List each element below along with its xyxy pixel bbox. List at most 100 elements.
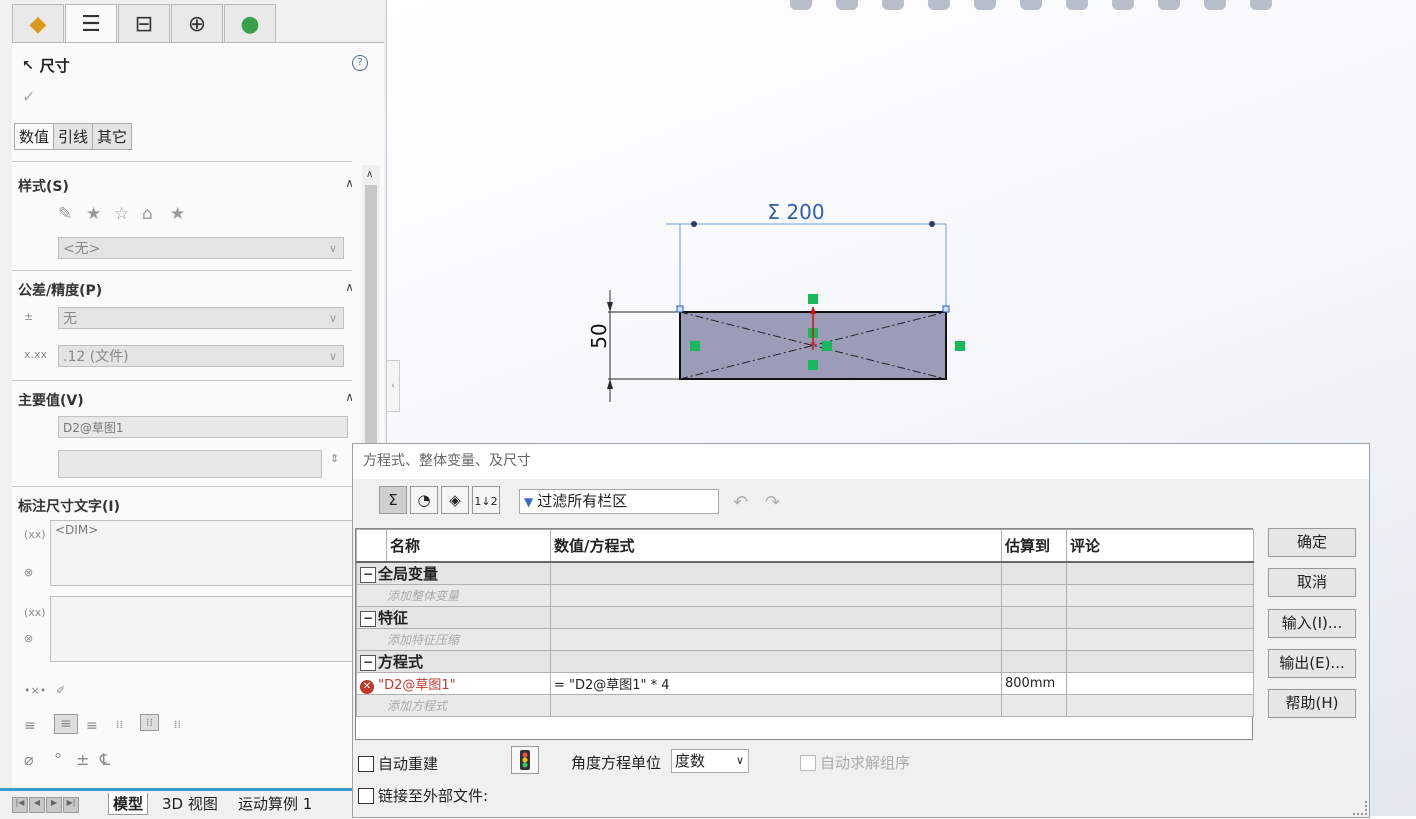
- prev-tab-icon[interactable]: ◀: [29, 797, 45, 813]
- sketch-equation-view-button[interactable]: ◔: [410, 486, 438, 514]
- leader-icon[interactable]: ✐: [56, 684, 65, 697]
- section-view-icon[interactable]: [928, 0, 950, 10]
- collapse-icon[interactable]: −: [360, 566, 376, 583]
- add-style-icon[interactable]: ★: [86, 204, 101, 224]
- tab-3d-view[interactable]: 3D 视图: [162, 793, 218, 814]
- ok-check-icon[interactable]: ✓: [22, 87, 35, 106]
- collapse-style-icon[interactable]: ∧: [345, 176, 352, 190]
- equation-name[interactable]: "D2@草图1": [378, 678, 456, 693]
- placeholder-text[interactable]: 添加特征压缩: [356, 628, 551, 651]
- configuration-manager-tab[interactable]: ⊟: [118, 4, 170, 44]
- next-tab-icon[interactable]: ▶: [46, 797, 62, 813]
- auto-solve-checkbox[interactable]: 自动求解组序: [800, 752, 910, 773]
- rebuild-status-button[interactable]: [511, 746, 539, 774]
- ordered-view-button[interactable]: 1↓2: [472, 486, 500, 514]
- tolerance-section-header[interactable]: 公差/精度(P): [18, 280, 102, 300]
- plus-minus-icon[interactable]: ±: [76, 750, 89, 769]
- value-spin-icon[interactable]: ⇕: [330, 452, 339, 465]
- group-row-equations[interactable]: − 方程式: [356, 650, 1254, 673]
- col-name[interactable]: 名称: [386, 529, 551, 563]
- justify-icon[interactable]: ⁞⁞: [116, 718, 123, 731]
- undo-icon[interactable]: ↶: [733, 492, 748, 513]
- scroll-up-icon[interactable]: ∧: [366, 169, 373, 180]
- resize-grip[interactable]: [1353, 801, 1367, 815]
- dimension-value-field[interactable]: [58, 450, 322, 478]
- dimension-view-button[interactable]: ◈: [441, 486, 469, 514]
- tab-nav-buttons[interactable]: |◀ ◀ ▶ ▶|: [12, 797, 79, 813]
- horizontal-dimension[interactable]: Σ 200: [767, 200, 824, 224]
- zoom-area-icon[interactable]: [836, 0, 858, 10]
- collapse-icon[interactable]: −: [360, 610, 376, 627]
- edit-appearance-icon[interactable]: [1158, 0, 1180, 10]
- equation-row[interactable]: ✕ "D2@草图1" = "D2@草图1" * 4 800mm: [356, 672, 1254, 695]
- placeholder-text[interactable]: 添加方程式: [356, 694, 551, 717]
- filter-field[interactable]: ▼ 过滤所有栏区: [519, 489, 719, 514]
- tab-leaders[interactable]: 引线: [53, 123, 94, 150]
- link-external-checkbox[interactable]: 链接至外部文件:: [358, 785, 488, 806]
- display-manager-tab[interactable]: ●: [224, 4, 276, 44]
- primary-value-section-header[interactable]: 主要值(V): [18, 390, 84, 410]
- add-equation-row[interactable]: 添加方程式: [356, 694, 1254, 717]
- diameter-icon[interactable]: ⌀: [24, 750, 34, 769]
- tolerance-combo[interactable]: 无 ∨: [58, 307, 344, 329]
- equation-value[interactable]: = "D2@草图1" * 4: [550, 672, 1002, 695]
- group-row-global[interactable]: − 全局变量: [356, 561, 1254, 585]
- view-orientation-icon[interactable]: [1020, 0, 1042, 10]
- load-style-icon[interactable]: ★: [170, 204, 185, 224]
- centerline-icon[interactable]: ℄: [100, 750, 110, 769]
- hide-show-items-icon[interactable]: [1112, 0, 1134, 10]
- apply-scene-icon[interactable]: [1204, 0, 1226, 10]
- offset-text-icon[interactable]: ⊗: [24, 632, 33, 645]
- previous-view-icon[interactable]: [882, 0, 904, 10]
- angle-unit-select[interactable]: 度数 ∨: [671, 749, 749, 773]
- align-right-icon[interactable]: ≡: [86, 718, 98, 734]
- dimxpert-manager-tab[interactable]: ⊕: [171, 4, 223, 44]
- bottom-justify-icon[interactable]: ⁞⁞: [174, 718, 181, 731]
- center-justify-icon[interactable]: ⁞⁞: [140, 714, 159, 731]
- tab-motion-study[interactable]: 运动算例 1: [238, 793, 312, 814]
- style-section-header[interactable]: 样式(S): [18, 176, 69, 196]
- dim-text-box-2[interactable]: [50, 596, 352, 662]
- style-combo[interactable]: <无> ∨: [58, 237, 344, 259]
- precision-combo[interactable]: .12 (文件) ∨: [58, 345, 344, 367]
- display-style-icon[interactable]: [1066, 0, 1088, 10]
- tab-model[interactable]: 模型: [108, 793, 149, 815]
- add-feature-suppression-row[interactable]: 添加特征压缩: [356, 628, 1254, 651]
- auto-rebuild-checkbox[interactable]: 自动重建: [358, 753, 438, 774]
- center-dimension-icon[interactable]: ⊗: [24, 566, 33, 579]
- tab-value[interactable]: 数值: [14, 123, 55, 150]
- align-left-icon[interactable]: ≡: [24, 718, 36, 734]
- delete-style-icon[interactable]: ☆: [114, 204, 129, 224]
- cancel-button[interactable]: 取消: [1268, 568, 1356, 597]
- add-parentheses-icon[interactable]: (xx): [24, 528, 46, 541]
- text-position-icon[interactable]: •×•: [24, 684, 46, 697]
- group-row-features[interactable]: − 特征: [356, 606, 1254, 629]
- property-manager-tab[interactable]: ☰: [65, 4, 117, 44]
- equation-comment[interactable]: [1066, 672, 1254, 695]
- view-settings-icon[interactable]: [1250, 0, 1272, 10]
- export-button[interactable]: 输出(E)...: [1268, 649, 1356, 678]
- tab-other[interactable]: 其它: [92, 123, 133, 150]
- equation-view-button[interactable]: Σ: [379, 486, 407, 514]
- placeholder-text[interactable]: 添加整体变量: [356, 584, 551, 607]
- inspection-dimension-icon[interactable]: (xx): [24, 606, 46, 619]
- help-button[interactable]: 帮助(H): [1268, 689, 1356, 718]
- dim-text-section-header[interactable]: 标注尺寸文字(I): [18, 496, 120, 516]
- collapse-primary-icon[interactable]: ∧: [345, 390, 352, 404]
- import-button[interactable]: 输入(I)...: [1268, 609, 1356, 638]
- collapse-tolerance-icon[interactable]: ∧: [345, 280, 352, 294]
- add-global-variable-row[interactable]: 添加整体变量: [356, 584, 1254, 607]
- help-icon[interactable]: ?: [352, 55, 368, 71]
- apply-style-icon[interactable]: ✎: [58, 204, 72, 224]
- dimension-name-field[interactable]: D2@草图1: [58, 416, 348, 438]
- align-center-icon[interactable]: ≡: [54, 714, 78, 734]
- col-comment[interactable]: 评论: [1066, 529, 1254, 563]
- first-tab-icon[interactable]: |◀: [12, 797, 28, 813]
- redo-icon[interactable]: ↷: [765, 492, 780, 513]
- vertical-dimension[interactable]: 50: [587, 323, 611, 348]
- collapse-icon[interactable]: −: [360, 654, 376, 671]
- zoom-to-fit-icon[interactable]: [790, 0, 812, 10]
- last-tab-icon[interactable]: ▶|: [63, 797, 79, 813]
- sketch-canvas[interactable]: Σ 200 50 *: [560, 190, 990, 420]
- col-evaluates[interactable]: 估算到: [1001, 529, 1067, 563]
